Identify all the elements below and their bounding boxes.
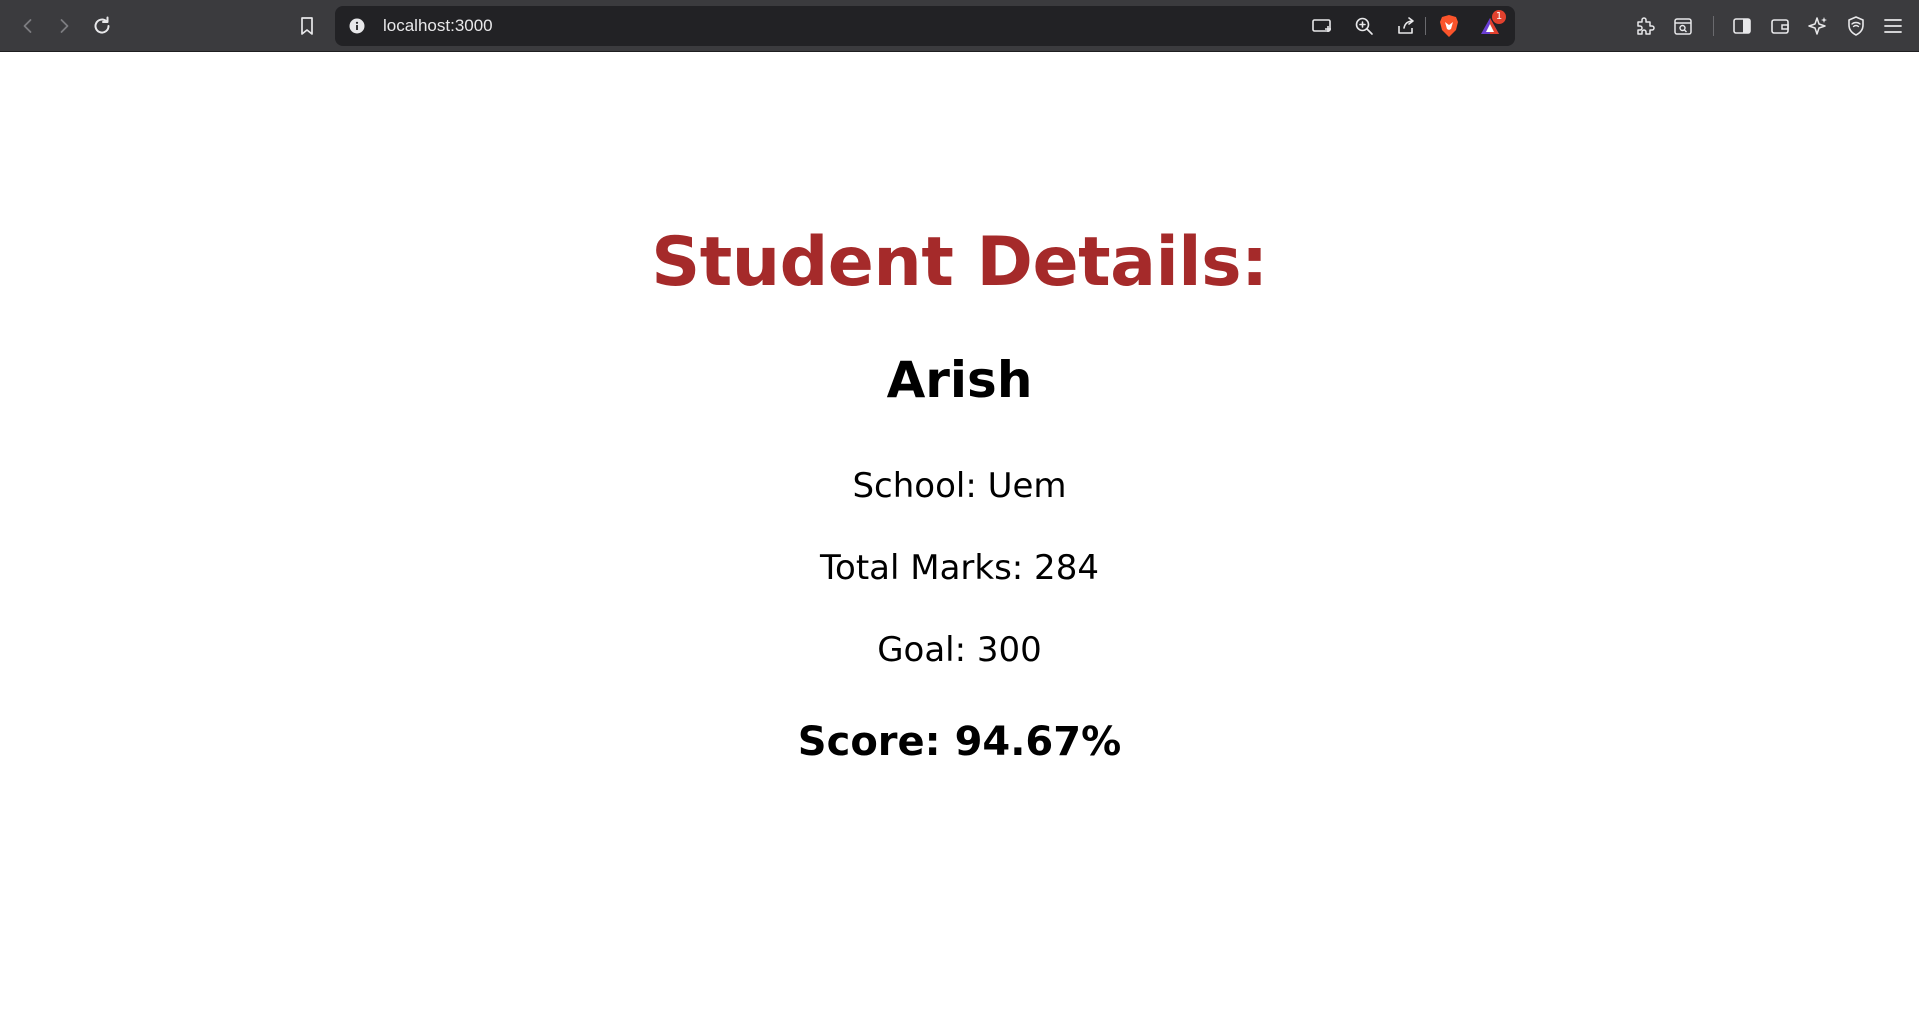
sidebar-icon	[1733, 18, 1751, 34]
brave-rewards-button[interactable]: 1	[1475, 10, 1506, 40]
menu-button[interactable]	[1877, 10, 1909, 42]
leo-ai-button[interactable]	[1802, 10, 1834, 42]
tab-search-button[interactable]	[1667, 10, 1699, 42]
vpn-button[interactable]	[1840, 10, 1872, 42]
share-icon	[1398, 17, 1414, 34]
shield-icon	[1848, 16, 1864, 36]
bookmark-button[interactable]	[291, 10, 323, 42]
address-bar[interactable]: localhost:3000 1	[335, 6, 1515, 46]
cast-button[interactable]	[1307, 12, 1337, 40]
toolbar-separator	[1713, 16, 1714, 36]
reload-button[interactable]	[86, 10, 118, 42]
goal-text: Goal: 300	[877, 630, 1042, 670]
page-title: Student Details:	[651, 223, 1268, 302]
hamburger-menu-icon	[1884, 19, 1902, 33]
chevron-right-icon	[60, 19, 69, 33]
total-marks-text: Total Marks: 284	[820, 548, 1099, 588]
brave-lion-icon	[1440, 15, 1458, 37]
extensions-button[interactable]	[1629, 10, 1661, 42]
url-text[interactable]: localhost:3000	[383, 6, 493, 46]
forward-button[interactable]	[48, 10, 80, 42]
site-info-icon[interactable]	[345, 14, 369, 38]
wallet-icon	[1771, 19, 1789, 34]
sidebar-button[interactable]	[1726, 10, 1758, 42]
page-viewport: Student Details: Arish School: Uem Total…	[0, 53, 1919, 1030]
student-name: Arish	[886, 351, 1033, 409]
url-separator	[1425, 17, 1426, 35]
share-button[interactable]	[1391, 12, 1421, 40]
score-text: Score: 94.67%	[797, 719, 1122, 765]
zoom-button[interactable]	[1349, 12, 1379, 40]
back-button[interactable]	[12, 10, 44, 42]
puzzle-icon	[1637, 17, 1655, 35]
brave-shields-button[interactable]	[1434, 12, 1464, 40]
wallet-button[interactable]	[1764, 10, 1796, 42]
bookmark-icon	[301, 17, 313, 35]
cast-screen-icon	[1312, 19, 1331, 32]
notification-badge: 1	[1492, 10, 1506, 24]
chevron-left-icon	[23, 19, 32, 33]
zoom-in-icon	[1355, 17, 1373, 35]
reload-icon	[94, 16, 110, 34]
school-text: School: Uem	[852, 466, 1067, 506]
sparkle-icon	[1808, 17, 1827, 35]
browser-toolbar: localhost:3000 1	[0, 0, 1919, 52]
tab-search-icon	[1674, 18, 1692, 35]
